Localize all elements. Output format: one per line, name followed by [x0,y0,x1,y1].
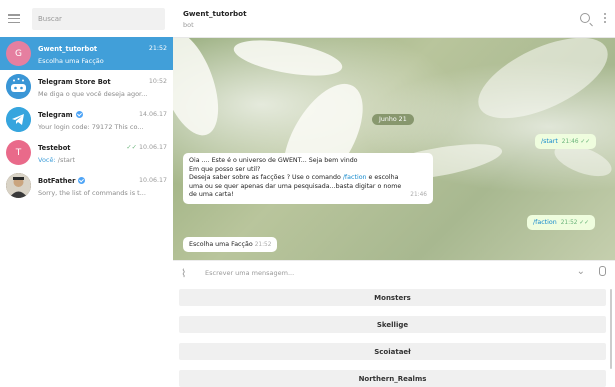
keyboard-button-scoiatael[interactable]: Scoiataeł [179,343,606,360]
message-area[interactable]: Junho 21 /start 21:46 ✓✓ Oia .... Este é … [173,38,615,260]
background-petal [173,38,231,144]
chat-time: 21:52 [148,45,167,52]
chat-time: ✓✓ 10.06.17 [126,144,167,151]
chat-name: Testebot [38,143,71,152]
message-input[interactable]: Escrever uma mensagem... [205,269,294,277]
chat-preview: Your login code: 79172 This co... [38,122,144,131]
chat-time: 14.06.17 [138,111,167,118]
outgoing-message[interactable]: /start 21:46 ✓✓ [535,134,597,149]
keyboard-scrollbar[interactable] [610,289,612,369]
chat-item-telegram[interactable]: Telegram 14.06.17 Your login code: 79172 … [0,103,173,136]
chevron-down-icon[interactable]: ⌄ [577,266,585,277]
keyboard-button-northern-realms[interactable]: Northern_Realms [179,370,606,387]
faction-command-link[interactable]: /faction [343,174,367,181]
chat-preview: Escolha uma Facção [38,56,104,65]
sidebar-top-bar: Buscar [0,0,173,37]
microphone-icon[interactable] [599,266,606,276]
store-bot-avatar [6,74,31,99]
chat-item-telegram-store-bot[interactable]: Telegram Store Bot 10:52 Me diga o que vo… [0,70,173,103]
chat-title[interactable]: Gwent_tutorbot [183,9,247,18]
background-petal [231,38,345,83]
incoming-message[interactable]: Oia .... Este é o universo de GWENT... S… [183,153,433,204]
chat-time: 10:52 [148,78,167,85]
chat-list-sidebar: Buscar G Gwent_tutorbot 21:52 Escolha uma… [0,0,174,383]
double-check-icon: ✓✓ [126,144,137,151]
menu-icon[interactable] [8,14,20,23]
double-check-icon: ✓✓ [579,220,590,226]
chat-preview: Sorry, the list of commands is t... [38,188,146,197]
chat-name: Telegram Store Bot [38,77,111,86]
chat-preview: Me diga o que você deseja agor... [38,89,148,98]
chat-item-testebot[interactable]: T Testebot ✓✓ 10.06.17 Você: /start [0,136,173,169]
incoming-message[interactable]: Escolha uma Facção 21:52 [183,237,278,252]
double-check-icon: ✓✓ [580,139,591,145]
more-options-icon[interactable] [604,13,606,23]
bot-keyboard: Monsters Skellige Scoiataeł Northern_Rea… [173,285,615,387]
search-input[interactable]: Buscar [32,7,165,30]
outgoing-message[interactable]: /faction 21:52 ✓✓ [527,215,596,230]
verified-icon [78,176,86,184]
avatar: T [6,140,31,165]
keyboard-button-monsters[interactable]: Monsters [179,289,606,306]
chat-item-botfather[interactable]: BotFather 10.06.17 Sorry, the list of com… [0,169,173,202]
chat-status: bot [183,21,194,29]
chat-header: Gwent_tutorbot bot [173,0,615,38]
date-separator: Junho 21 [372,114,414,125]
message-composer: ⌇ Escrever uma mensagem... ⌄ [173,260,615,285]
chat-name: Telegram [38,110,83,119]
avatar: G [6,41,31,66]
chat-time: 10.06.17 [138,177,167,184]
chat-item-gwent-tutorbot[interactable]: G Gwent_tutorbot 21:52 Escolha uma Facção [0,37,173,70]
paperclip-icon[interactable]: ⌇ [181,267,186,280]
keyboard-button-skellige[interactable]: Skellige [179,316,606,333]
telegram-logo-icon [6,107,31,132]
chat-name: Gwent_tutorbot [38,44,98,53]
search-icon[interactable] [580,13,590,23]
botfather-avatar [6,173,31,198]
chat-name: BotFather [38,176,86,185]
verified-icon [75,110,83,118]
background-petal [466,38,615,135]
chat-preview: Você: /start [38,155,76,164]
